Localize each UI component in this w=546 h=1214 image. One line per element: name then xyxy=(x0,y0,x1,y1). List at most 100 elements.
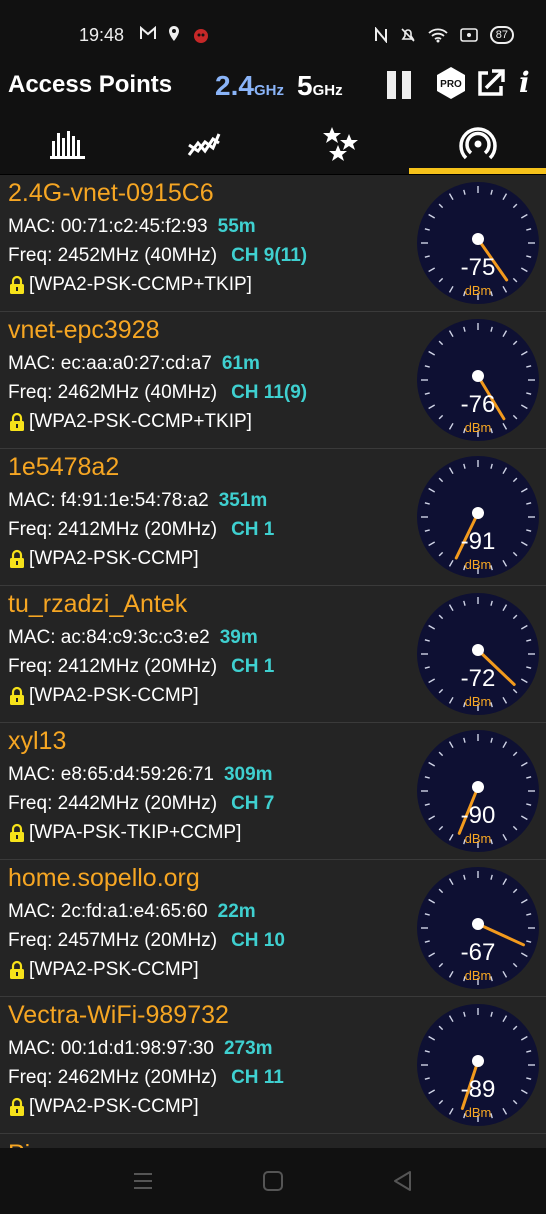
ap-ssid: xyl13 xyxy=(8,727,67,755)
ap-mac-address: MAC: e8:65:d4:59:26:71 xyxy=(8,764,214,785)
band-5-value: 5 xyxy=(297,70,313,101)
share-icon[interactable] xyxy=(476,68,506,98)
lock-icon xyxy=(10,1097,24,1116)
ap-ssid: tu_rzadzi_Antek xyxy=(8,590,188,618)
access-point-item[interactable]: 1e5478a2 MAC: f4:91:1e:54:78:a2 351m Freq: … xyxy=(0,449,546,586)
ap-freq-text: Freq: 2457MHz (20MHz) xyxy=(8,930,218,951)
ap-mac-address: MAC: 00:71:c2:45:f2:93 xyxy=(8,216,208,237)
ap-frequency: Freq: 2462MHz (20MHz) CH 11 xyxy=(8,1067,284,1089)
ap-mac: MAC: e8:65:d4:59:26:71 309m xyxy=(8,764,273,786)
ap-distance: 22m xyxy=(217,901,256,922)
band-5ghz-toggle[interactable]: 5GHz xyxy=(297,70,343,102)
ap-ssid: Pi xyxy=(8,1140,30,1148)
ap-freq-text: Freq: 2452MHz (40MHz) xyxy=(8,245,218,266)
access-point-list: 2.4G-vnet-0915C6 MAC: 00:71:c2:45:f2:93 55… xyxy=(0,175,546,1134)
signal-gauge: -75 dBm xyxy=(417,182,539,304)
gauge-value: -91 xyxy=(461,528,496,555)
gauge-unit: dBm xyxy=(465,1105,492,1120)
ap-frequency: Freq: 2457MHz (20MHz) CH 10 xyxy=(8,930,285,952)
gauge-unit: dBm xyxy=(465,420,492,435)
tab-time-graph[interactable] xyxy=(136,114,272,174)
tab-channel-graph[interactable] xyxy=(0,114,136,174)
active-tab-indicator xyxy=(409,168,546,174)
ap-freq-text: Freq: 2462MHz (20MHz) xyxy=(8,1067,218,1088)
ap-mac: MAC: f4:91:1e:54:78:a2 351m xyxy=(8,490,267,512)
ap-channel: CH 1 xyxy=(231,656,275,677)
ap-mac: MAC: ac:84:c9:3c:c3:e2 39m xyxy=(8,627,258,649)
ap-mac: MAC: 2c:fd:a1:e4:65:60 22m xyxy=(8,901,256,923)
ap-mac: MAC: 00:1d:d1:98:97:30 273m xyxy=(8,1038,273,1060)
access-point-item[interactable]: home.sopello.org MAC: 2c:fd:a1:e4:65:60 22… xyxy=(0,860,546,997)
ap-mac-address: MAC: 2c:fd:a1:e4:65:60 xyxy=(8,901,208,922)
wifi-icon xyxy=(428,28,448,43)
gauge-value: -76 xyxy=(461,391,496,418)
pro-button[interactable]: PRO xyxy=(436,66,466,100)
ap-distance: 309m xyxy=(223,764,273,785)
status-right-icons: 87 xyxy=(374,26,514,44)
pause-icon-bar-right xyxy=(402,71,411,99)
info-button[interactable]: i xyxy=(519,66,530,99)
ap-distance: 39m xyxy=(219,627,258,648)
ap-channel: CH 1 xyxy=(231,519,275,540)
tab-channel-rating[interactable] xyxy=(272,114,408,174)
gauge-hub xyxy=(472,1055,484,1067)
ap-frequency: Freq: 2442MHz (20MHz) CH 7 xyxy=(8,793,274,815)
ap-distance: 351m xyxy=(218,490,268,511)
line-graph-icon xyxy=(187,133,221,156)
gauge-hub xyxy=(472,233,484,245)
list-item-partial[interactable]: Pi xyxy=(0,1134,546,1148)
menu-icon[interactable] xyxy=(130,1168,156,1194)
wifi-radar-icon xyxy=(458,127,497,160)
page-title: Access Points xyxy=(8,71,173,98)
lock-icon xyxy=(10,960,24,979)
ap-channel: CH 11(9) xyxy=(231,382,308,403)
ap-freq-text: Freq: 2412MHz (20MHz) xyxy=(8,656,218,677)
gauge-hub xyxy=(472,781,484,793)
access-point-item[interactable]: vnet-epc3928 MAC: ec:aa:a0:27:cd:a7 61m Fre… xyxy=(0,312,546,449)
signal-gauge: -90 dBm xyxy=(417,730,539,852)
gauge-hub xyxy=(472,644,484,656)
band-5-unit: GHz xyxy=(312,82,343,99)
ap-security: [WPA2-PSK-CCMP] xyxy=(8,959,199,981)
gmail-icon xyxy=(140,26,156,39)
lock-icon xyxy=(10,823,24,842)
pro-label: PRO xyxy=(440,79,462,90)
ap-security-text: [WPA2-PSK-CCMP] xyxy=(29,1096,199,1117)
ap-freq-text: Freq: 2462MHz (40MHz) xyxy=(8,382,218,403)
ap-security: [WPA2-PSK-CCMP] xyxy=(8,548,199,570)
signal-gauge: -67 dBm xyxy=(417,867,539,989)
ap-channel: CH 10 xyxy=(231,930,285,951)
app-bar: Access Points 2.4GHz 5GHz PRO i xyxy=(0,62,546,114)
back-icon[interactable] xyxy=(390,1168,416,1194)
signal-gauge: -72 dBm xyxy=(417,593,539,715)
gauge-value: -89 xyxy=(461,1076,496,1103)
gauge-value: -67 xyxy=(461,939,496,966)
status-time: 19:48 xyxy=(79,25,125,45)
lock-icon xyxy=(10,412,24,431)
ap-frequency: Freq: 2412MHz (20MHz) CH 1 xyxy=(8,656,274,678)
access-point-item[interactable]: 2.4G-vnet-0915C6 MAC: 00:71:c2:45:f2:93 55… xyxy=(0,175,546,312)
ap-mac: MAC: ec:aa:a0:27:cd:a7 61m xyxy=(8,353,260,375)
access-point-item[interactable]: Vectra-WiFi-989732 MAC: 00:1d:d1:98:97:30… xyxy=(0,997,546,1134)
ap-channel: CH 7 xyxy=(231,793,275,814)
pause-button[interactable] xyxy=(385,71,413,99)
ap-security-text: [WPA2-PSK-CCMP+TKIP] xyxy=(29,274,252,295)
tab-access-points[interactable] xyxy=(409,114,546,174)
gauge-value: -72 xyxy=(461,665,496,692)
home-icon[interactable] xyxy=(260,1168,286,1194)
band-24ghz-toggle[interactable]: 2.4GHz xyxy=(215,70,284,102)
app-notification-icon xyxy=(194,29,208,43)
tab-bar xyxy=(0,114,546,174)
status-left-icons xyxy=(140,26,210,44)
ap-security: [WPA2-PSK-CCMP] xyxy=(8,685,199,707)
band-24-unit: GHz xyxy=(253,82,284,99)
ap-distance: 61m xyxy=(221,353,260,374)
signal-gauge: -76 dBm xyxy=(417,319,539,441)
screencast-icon xyxy=(459,28,478,42)
pause-icon-bar-left xyxy=(387,71,396,99)
gauge-unit: dBm xyxy=(465,831,492,846)
access-point-item[interactable]: tu_rzadzi_Antek MAC: ac:84:c9:3c:c3:e2 39m… xyxy=(0,586,546,723)
access-point-item[interactable]: xyl13 MAC: e8:65:d4:59:26:71 309m Freq: 244… xyxy=(0,723,546,860)
gauge-hub xyxy=(472,370,484,382)
gauge-value: -90 xyxy=(461,802,496,829)
